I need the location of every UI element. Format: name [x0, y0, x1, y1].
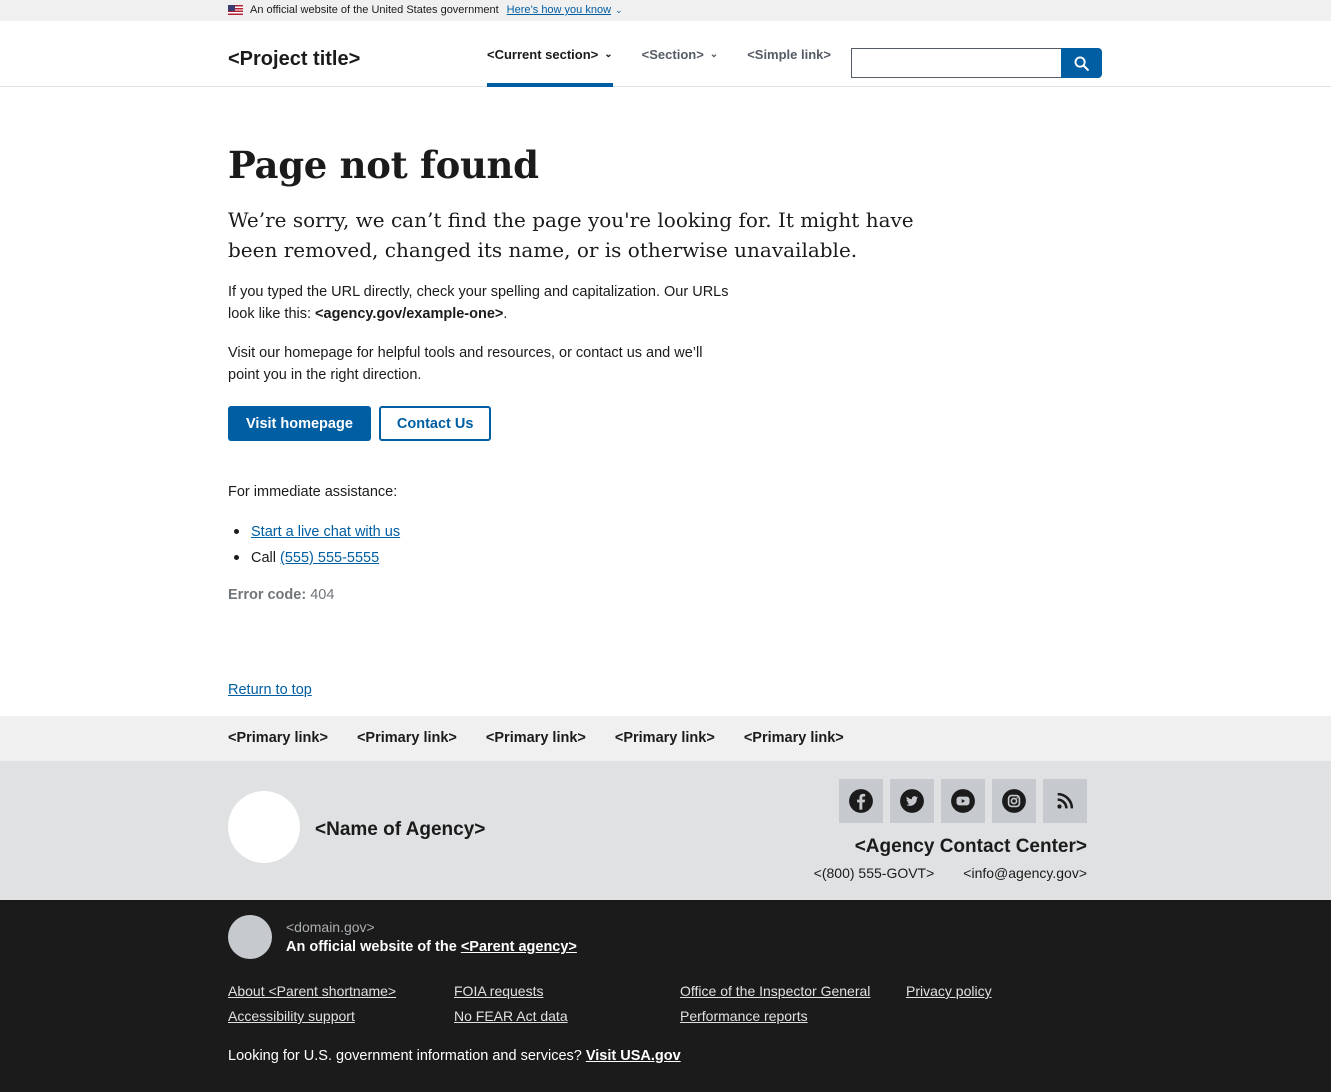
visit-homepage-button[interactable]: Visit homepage — [228, 406, 371, 441]
primary-nav: <Current section> ⌄ <Section> ⌄ <Simple … — [487, 21, 860, 87]
example-url: <agency.gov/example-one> — [315, 306, 504, 322]
nav-label: <Current section> — [487, 46, 599, 62]
footer-secondary: <Name of Agency> <Agency Contact Center>… — [0, 761, 1331, 900]
no-fear-act-link[interactable]: No FEAR Act data — [454, 1007, 680, 1025]
contact-us-button[interactable]: Contact Us — [378, 406, 492, 441]
contact-center-heading: <Agency Contact Center> — [854, 836, 1087, 857]
url-help-suffix: . — [503, 306, 508, 322]
call-label: Call — [251, 550, 281, 566]
site-header: <Project title> <Current section> ⌄ <Sec… — [0, 21, 1331, 87]
contact-info: <(800) 555-GOVT> <info@agency.gov> — [814, 865, 1087, 881]
project-title[interactable]: <Project title> — [228, 48, 360, 71]
footer-primary: <Primary link> <Primary link> <Primary l… — [0, 716, 1331, 761]
rss-icon — [1057, 792, 1074, 809]
performance-reports-link[interactable]: Performance reports — [680, 1007, 906, 1025]
contact-phone[interactable]: <(800) 555-GOVT> — [814, 865, 935, 881]
youtube-icon — [951, 789, 975, 813]
nav-simple-link[interactable]: <Simple link> — [747, 21, 831, 87]
parent-agency-logo — [228, 915, 272, 959]
chevron-down-icon[interactable]: ⌄ — [615, 5, 623, 16]
visit-usa-gov-link[interactable]: Visit USA.gov — [586, 1048, 681, 1064]
page-title: Page not found — [228, 143, 539, 187]
twitter-link[interactable] — [890, 779, 934, 823]
error-code-value: 404 — [310, 587, 335, 603]
search-icon — [1074, 56, 1089, 71]
identifier-links: About <Parent shortname> FOIA requests O… — [228, 982, 1088, 1025]
official-prefix: An official website of the — [286, 939, 461, 955]
nav-label: <Simple link> — [747, 46, 832, 62]
footer-primary-link[interactable]: <Primary link> — [228, 730, 328, 746]
live-chat-link[interactable]: Start a live chat with us — [251, 524, 400, 540]
identifier: <domain.gov> An official website of the … — [0, 900, 1331, 1092]
youtube-link[interactable] — [941, 779, 985, 823]
search-button[interactable] — [1061, 48, 1102, 78]
lead-paragraph: We’re sorry, we can’t find the page you'… — [228, 208, 914, 262]
facebook-link[interactable] — [839, 779, 883, 823]
rss-link[interactable] — [1043, 779, 1087, 823]
gov-banner: An official website of the United States… — [0, 0, 1331, 21]
agency-name: <Name of Agency> — [315, 819, 486, 840]
nav-section[interactable]: <Section> ⌄ — [642, 21, 719, 87]
search-form — [851, 48, 1102, 78]
footer-primary-link[interactable]: <Primary link> — [744, 730, 844, 746]
nav-current-section[interactable]: <Current section> ⌄ — [487, 21, 613, 87]
url-help-paragraph: If you typed the URL directly, check you… — [228, 281, 738, 325]
us-flag-icon — [228, 5, 243, 15]
search-input[interactable] — [851, 48, 1061, 78]
footer-primary-link[interactable]: <Primary link> — [615, 730, 715, 746]
parent-agency-link[interactable]: <Parent agency> — [461, 939, 577, 955]
list-item: Call (555) 555-5555 — [228, 545, 400, 571]
chevron-down-icon: ⌄ — [604, 48, 613, 60]
instagram-link[interactable] — [992, 779, 1036, 823]
twitter-icon — [900, 789, 924, 813]
accessibility-support-link[interactable]: Accessibility support — [228, 1007, 454, 1025]
error-code-label: Error code: — [228, 587, 307, 603]
footer-primary-link[interactable]: <Primary link> — [486, 730, 586, 746]
social-links — [839, 779, 1087, 823]
assistance-list: Start a live chat with us Call (555) 555… — [228, 519, 400, 571]
identifier-domain: <domain.gov> — [286, 919, 375, 935]
identifier-official-text: An official website of the <Parent agenc… — [286, 939, 577, 955]
facebook-icon — [849, 789, 873, 813]
banner-text: An official website of the United States… — [250, 4, 499, 16]
foia-link[interactable]: FOIA requests — [454, 982, 680, 1000]
nav-label: <Section> — [641, 46, 704, 62]
chevron-down-icon: ⌄ — [709, 48, 719, 60]
button-group: Visit homepage Contact Us — [228, 406, 492, 441]
phone-link[interactable]: (555) 555-5555 — [280, 550, 379, 566]
list-item: Start a live chat with us — [228, 519, 400, 545]
return-to-top-link[interactable]: Return to top — [228, 682, 312, 698]
usa-gov-prefix: Looking for U.S. government information … — [228, 1048, 586, 1064]
contact-email[interactable]: <info@agency.gov> — [963, 865, 1087, 881]
privacy-policy-link[interactable]: Privacy policy — [906, 982, 1088, 1000]
about-parent-link[interactable]: About <Parent shortname> — [228, 982, 454, 1000]
assistance-label: For immediate assistance: — [228, 484, 398, 500]
usa-gov-text: Looking for U.S. government information … — [228, 1048, 681, 1064]
footer-primary-link[interactable]: <Primary link> — [357, 730, 457, 746]
homepage-help-paragraph: Visit our homepage for helpful tools and… — [228, 345, 703, 383]
agency-logo — [228, 791, 300, 863]
inspector-general-link[interactable]: Office of the Inspector General — [680, 982, 906, 1000]
instagram-icon — [1002, 789, 1026, 813]
error-code: Error code: 404 — [228, 587, 334, 603]
heres-how-you-know-link[interactable]: Here’s how you know — [507, 4, 611, 16]
